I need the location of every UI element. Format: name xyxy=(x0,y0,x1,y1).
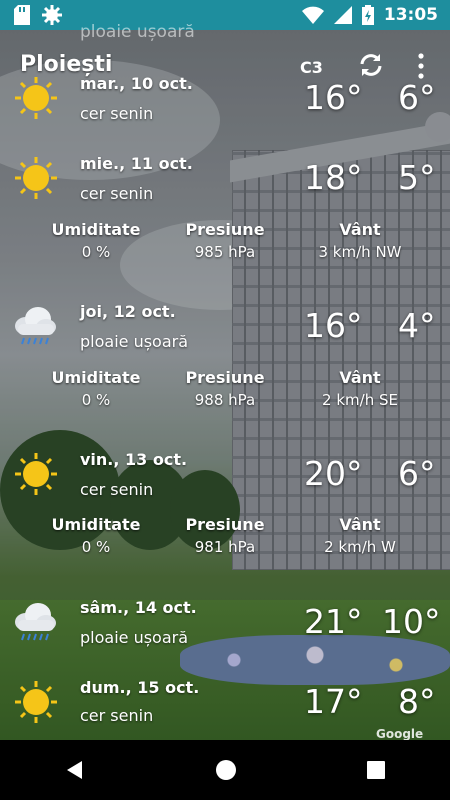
temp-max: 18° xyxy=(304,158,363,197)
temp-max: 17° xyxy=(304,682,363,721)
humidity-value: 0 % xyxy=(81,391,111,409)
day-condition: ploaie ușoară xyxy=(80,332,189,351)
sun-icon xyxy=(15,77,57,119)
sun-icon xyxy=(15,453,57,495)
wind-value: 2 km/h SE xyxy=(322,391,398,409)
sun-icon xyxy=(15,681,57,723)
day-date: mie., 11 oct. xyxy=(80,154,193,173)
day-details: Umiditate 0 % Presiune 985 hPa Vânt 3 km… xyxy=(0,220,450,270)
clock: 13:05 xyxy=(383,5,438,25)
wind-value: 2 km/h W xyxy=(324,538,396,556)
wind-label: Vânt xyxy=(339,515,381,534)
humidity-label: Umiditate xyxy=(51,220,141,239)
unit-toggle-button[interactable]: C3 xyxy=(300,58,323,77)
temp-min: 4° xyxy=(398,306,436,345)
wind-block: Vânt 2 km/h SE xyxy=(290,368,430,409)
wifi-icon xyxy=(301,6,324,24)
google-attribution: Google xyxy=(376,727,424,741)
gear-icon xyxy=(42,5,62,25)
wind-label: Vânt xyxy=(339,220,381,239)
pressure-value: 981 hPa xyxy=(194,538,256,556)
navigation-bar xyxy=(0,740,450,800)
humidity-value: 0 % xyxy=(81,538,111,556)
humidity-block: Umiditate 0 % xyxy=(26,220,166,261)
refresh-icon[interactable] xyxy=(356,50,386,80)
scrolled-condition-text: ploaie ușoară xyxy=(80,22,195,42)
day-details: Umiditate 0 % Presiune 981 hPa Vânt 2 km… xyxy=(0,515,450,565)
temp-max: 16° xyxy=(304,78,363,117)
wind-label: Vânt xyxy=(339,368,381,387)
day-condition: ploaie ușoară xyxy=(80,628,189,647)
rain-cloud-icon xyxy=(15,307,56,345)
pressure-value: 988 hPa xyxy=(194,391,256,409)
day-condition: cer senin xyxy=(80,480,154,499)
temp-max: 16° xyxy=(304,306,363,345)
day-date: dum., 15 oct. xyxy=(80,678,200,697)
temp-max: 21° xyxy=(304,602,363,641)
back-icon[interactable] xyxy=(64,759,86,781)
day-date: joi, 12 oct. xyxy=(80,302,176,321)
humidity-block: Umiditate 0 % xyxy=(26,515,166,556)
recents-icon[interactable] xyxy=(366,760,386,780)
status-bar: 13:05 xyxy=(0,0,450,30)
day-condition: cer senin xyxy=(80,706,154,725)
home-icon[interactable] xyxy=(215,759,237,781)
pressure-block: Presiune 981 hPa xyxy=(155,515,295,556)
day-date: mar., 10 oct. xyxy=(80,74,193,93)
humidity-label: Umiditate xyxy=(51,515,141,534)
humidity-block: Umiditate 0 % xyxy=(26,368,166,409)
pressure-block: Presiune 988 hPa xyxy=(155,368,295,409)
wind-block: Vânt 3 km/h NW xyxy=(290,220,430,261)
day-details: Umiditate 0 % Presiune 988 hPa Vânt 2 km… xyxy=(0,368,450,418)
temp-max: 20° xyxy=(304,454,363,493)
pressure-block: Presiune 985 hPa xyxy=(155,220,295,261)
rain-cloud-icon xyxy=(15,603,56,641)
app-bar: ploaie ușoară Ploiești C3 xyxy=(0,22,450,102)
pressure-value: 985 hPa xyxy=(194,243,256,261)
overflow-menu-icon[interactable] xyxy=(414,52,428,80)
humidity-value: 0 % xyxy=(81,243,111,261)
pressure-label: Presiune xyxy=(185,515,265,534)
temp-min: 10° xyxy=(382,602,441,641)
pressure-label: Presiune xyxy=(185,220,265,239)
day-date: sâm., 14 oct. xyxy=(80,598,197,617)
signal-icon xyxy=(333,6,352,24)
wind-value: 3 km/h NW xyxy=(318,243,402,261)
temp-min: 6° xyxy=(398,454,436,493)
wind-block: Vânt 2 km/h W xyxy=(290,515,430,556)
temp-min: 5° xyxy=(398,158,436,197)
day-condition: cer senin xyxy=(80,104,154,123)
day-condition: cer senin xyxy=(80,184,154,203)
battery-charging-icon xyxy=(361,5,374,25)
sd-card-icon xyxy=(14,5,30,25)
humidity-label: Umiditate xyxy=(51,368,141,387)
day-date: vin., 13 oct. xyxy=(80,450,188,469)
sun-icon xyxy=(15,157,57,199)
temp-min: 8° xyxy=(398,682,436,721)
temp-min: 6° xyxy=(398,78,436,117)
pressure-label: Presiune xyxy=(185,368,265,387)
